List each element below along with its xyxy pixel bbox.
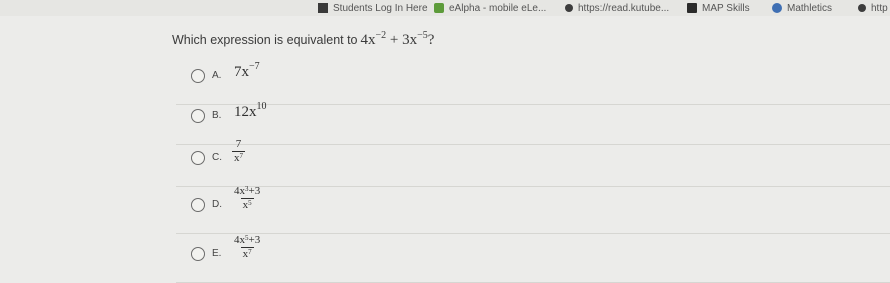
bookmark-label: http	[871, 2, 888, 14]
option-expression: 12x10	[234, 101, 267, 120]
bookmark-map-skills[interactable]: MAP Skills	[687, 1, 750, 15]
answer-option-e[interactable]: E. 4x5+3 x7	[176, 233, 890, 283]
bookmark-mathletics[interactable]: Mathletics	[772, 1, 832, 15]
bookmark-label: Students Log In Here	[333, 2, 428, 14]
question-text: Which expression is equivalent to	[172, 33, 358, 47]
fraction-numerator: 7	[235, 138, 242, 150]
expr-term-2: + 3x	[386, 32, 418, 48]
radio-button[interactable]	[191, 109, 205, 123]
option-letter: A.	[212, 70, 222, 81]
fraction-denominator: x7	[232, 151, 245, 164]
option-letter: D.	[212, 199, 222, 210]
page-dot-icon	[565, 4, 573, 12]
expr-term-1: 4x	[360, 32, 376, 48]
radio-button[interactable]	[191, 151, 205, 165]
ealpha-favicon-icon	[434, 3, 444, 13]
option-expression: 7x−7	[234, 61, 260, 80]
fraction-denominator: x5	[240, 198, 254, 211]
option-fraction: 4x5+3 x7	[232, 234, 262, 261]
bookmarks-bar: Students Log In Here eAlpha - mobile eLe…	[0, 0, 890, 16]
radio-button[interactable]	[191, 198, 205, 212]
fraction-denominator: x7	[240, 247, 254, 260]
bookmark-label: eAlpha - mobile eLe...	[449, 2, 547, 14]
bookmark-read-kutube[interactable]: https://read.kutube...	[565, 1, 669, 15]
answer-option-d[interactable]: D. 4x3+3 x5	[176, 184, 890, 234]
option-letter: B.	[212, 110, 222, 121]
bookmark-ealpha[interactable]: eAlpha - mobile eLe...	[434, 1, 546, 15]
option-fraction: 4x3+3 x5	[232, 185, 262, 212]
fraction-numerator: 4x3+3	[234, 185, 261, 197]
expr-exponent-2: −5	[417, 30, 428, 41]
expr-exponent-1: −2	[375, 30, 387, 41]
bookmark-students-log-in[interactable]: Students Log In Here	[318, 1, 428, 15]
radio-button[interactable]	[191, 247, 205, 261]
fraction-numerator: 4x5+3	[234, 234, 261, 246]
option-fraction: 7 x7	[232, 138, 245, 165]
bookmark-square-icon	[318, 3, 328, 13]
bookmark-label: https://read.kutube...	[578, 2, 670, 14]
radio-button[interactable]	[191, 69, 205, 83]
map-skills-icon	[687, 3, 697, 13]
option-letter: E.	[212, 248, 222, 259]
page-dot-icon	[858, 4, 866, 12]
question-prompt: Which expression is equivalent to 4x−2 +…	[172, 30, 435, 49]
option-letter: C.	[212, 152, 222, 163]
bookmark-http[interactable]: http	[858, 1, 888, 15]
mathletics-icon	[772, 3, 782, 13]
answer-option-c[interactable]: C. 7 x7	[176, 137, 890, 187]
bookmark-label: Mathletics	[787, 2, 833, 14]
question-mark: ?	[427, 32, 435, 48]
bookmark-label: MAP Skills	[702, 2, 750, 14]
question-expression: 4x−2 + 3x−5?	[360, 30, 435, 49]
